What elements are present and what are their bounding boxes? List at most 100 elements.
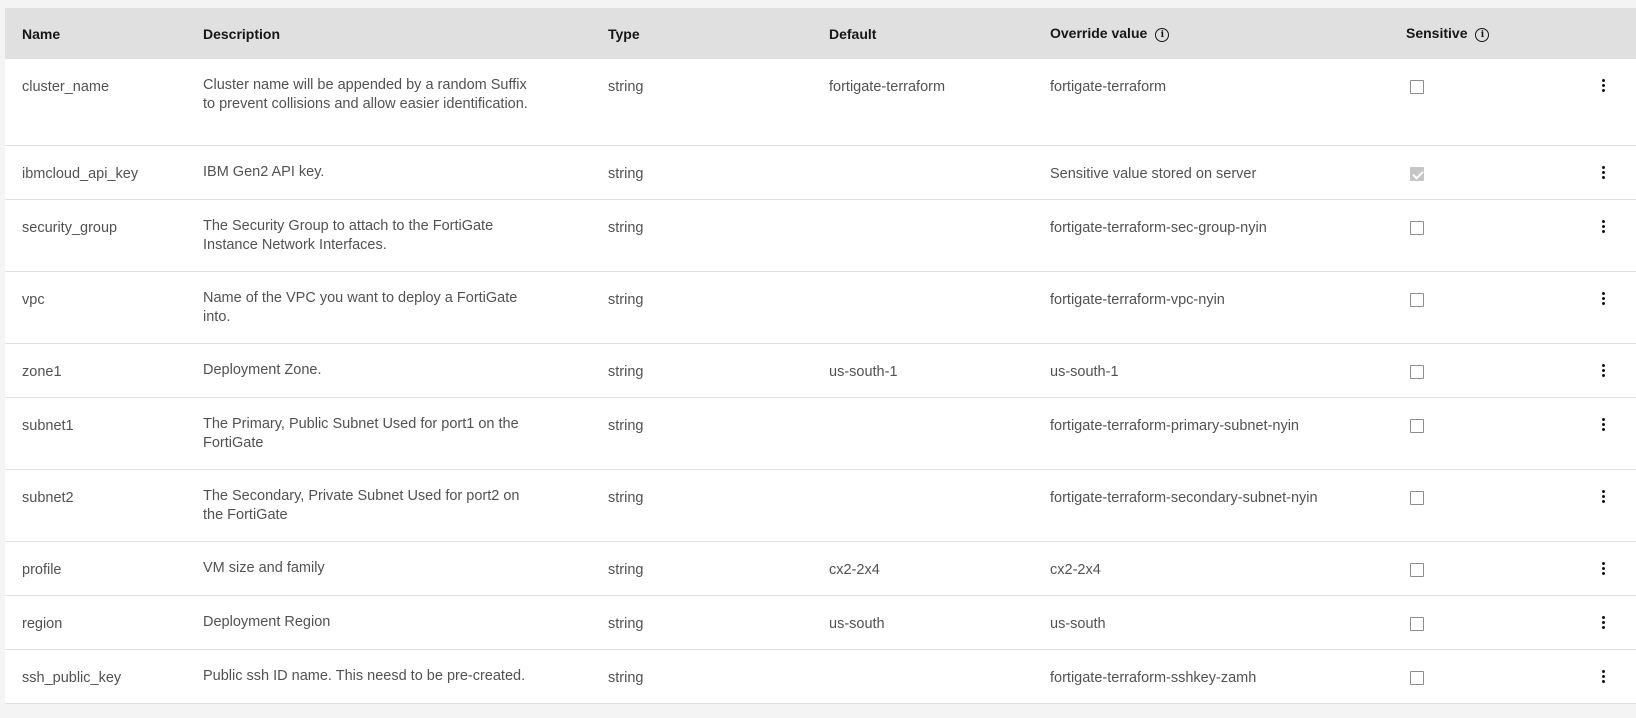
sensitive-cell <box>1389 199 1549 271</box>
table-row: subnet1 The Primary, Public Subnet Used f… <box>5 397 1636 469</box>
sensitive-checkbox[interactable] <box>1410 80 1424 94</box>
column-header-label: Sensitive <box>1406 25 1468 41</box>
sensitive-checkbox[interactable] <box>1410 562 1424 577</box>
table-row: profile VM size and family string cx2-2x4 cx… <box>5 541 1636 595</box>
variable-name: profile <box>22 561 62 578</box>
sensitive-cell <box>1389 469 1549 541</box>
row-actions-cell <box>1549 145 1636 199</box>
overflow-menu-icon[interactable] <box>1602 615 1606 630</box>
variable-type: string <box>608 561 644 578</box>
variable-override-value[interactable]: fortigate-terraform-vpc-nyin <box>1033 271 1389 343</box>
row-actions-cell <box>1549 397 1636 469</box>
variable-default <box>812 469 1033 541</box>
variable-type: string <box>608 669 644 686</box>
sensitive-checkbox[interactable] <box>1410 616 1424 631</box>
row-actions-cell <box>1549 271 1636 343</box>
column-header-sensitive: Sensitive i <box>1389 8 1549 59</box>
sensitive-checkbox[interactable] <box>1410 490 1424 505</box>
variable-default <box>812 397 1033 469</box>
variable-description: The Secondary, Private Subnet Used for p… <box>203 487 520 523</box>
variable-override-value[interactable]: us-south-1 <box>1033 343 1389 397</box>
table-row: subnet2 The Secondary, Private Subnet Use… <box>5 469 1636 541</box>
variable-name: security_group <box>22 219 118 236</box>
overflow-menu-icon[interactable] <box>1602 489 1606 504</box>
variables-table-container: Name Description Type Default Override v… <box>5 8 1636 704</box>
info-icon[interactable]: i <box>1475 28 1490 42</box>
overflow-menu-icon[interactable] <box>1602 165 1606 180</box>
overflow-menu-icon[interactable] <box>1602 363 1606 378</box>
row-actions-cell <box>1549 59 1636 145</box>
column-header-description: Description <box>186 8 591 59</box>
variable-type: string <box>608 615 644 632</box>
table-row: zone1 Deployment Zone. string us-south-1 us-… <box>5 343 1636 397</box>
variable-name: ssh_public_key <box>22 669 122 686</box>
variable-name: vpc <box>22 291 45 308</box>
overflow-menu-icon[interactable] <box>1602 291 1606 306</box>
column-header-label: Name <box>22 25 61 42</box>
variable-type: string <box>608 79 644 95</box>
row-actions-cell <box>1549 343 1636 397</box>
variable-default <box>812 271 1033 343</box>
variable-description: Public ssh ID name. This neesd to be pre… <box>203 667 526 684</box>
variable-override-value[interactable]: cx2-2x4 <box>1033 541 1389 595</box>
sensitive-cell <box>1389 541 1549 595</box>
overflow-menu-icon[interactable] <box>1602 561 1606 576</box>
overflow-menu-icon[interactable] <box>1602 417 1606 432</box>
variable-description: Cluster name will be appended by a rando… <box>203 77 528 112</box>
variable-description: The Primary, Public Subnet Used for port… <box>203 415 519 451</box>
table-row: cluster_name Cluster name will be appende… <box>5 59 1636 145</box>
sensitive-checkbox[interactable] <box>1410 220 1424 235</box>
variable-override-value[interactable]: Sensitive value stored on server <box>1033 145 1389 199</box>
variable-default: us-south-1 <box>829 363 898 380</box>
variable-description: IBM Gen2 API key. <box>203 163 325 180</box>
variable-name: subnet2 <box>22 489 74 506</box>
variable-description: The Security Group to attach to the Fort… <box>203 217 494 253</box>
sensitive-cell <box>1389 397 1549 469</box>
sensitive-cell <box>1389 649 1549 703</box>
variable-override-value[interactable]: fortigate-terraform <box>1033 59 1389 145</box>
variable-override-value[interactable]: us-south <box>1033 595 1389 649</box>
sensitive-cell <box>1389 271 1549 343</box>
variable-name: cluster_name <box>22 79 110 95</box>
row-actions-cell <box>1549 199 1636 271</box>
sensitive-checkbox[interactable] <box>1410 418 1424 433</box>
variable-override-value[interactable]: fortigate-terraform-sec-group-nyin <box>1033 199 1389 271</box>
row-actions-cell <box>1549 595 1636 649</box>
column-header-label: Description <box>203 25 281 42</box>
variable-type: string <box>608 291 644 308</box>
column-header-label: Override value <box>1050 25 1148 41</box>
column-header-name: Name <box>5 8 186 59</box>
variable-default <box>812 145 1033 199</box>
table-row: ibmcloud_api_key IBM Gen2 API key. string S… <box>5 145 1636 199</box>
sensitive-cell <box>1389 59 1549 145</box>
sensitive-checkbox[interactable] <box>1410 670 1424 685</box>
column-header-type: Type <box>591 8 812 59</box>
table-row: region Deployment Region string us-south us-… <box>5 595 1636 649</box>
table-row: vpc Name of the VPC you want to deploy a … <box>5 271 1636 343</box>
info-icon[interactable]: i <box>1155 28 1170 42</box>
variable-type: string <box>608 417 644 434</box>
variable-description: Deployment Zone. <box>203 361 322 378</box>
variable-override-value[interactable]: fortigate-terraform-sshkey-zamh <box>1033 649 1389 703</box>
variable-default: fortigate-terraform <box>829 79 946 95</box>
column-header-label: Default <box>829 25 877 42</box>
overflow-menu-icon[interactable] <box>1602 669 1606 684</box>
variable-override-value[interactable]: fortigate-terraform-secondary-subnet-nyi… <box>1033 469 1389 541</box>
variable-default: us-south <box>829 615 885 632</box>
variable-default <box>812 199 1033 271</box>
row-actions-cell <box>1549 541 1636 595</box>
sensitive-cell <box>1389 343 1549 397</box>
table-row: security_group The Security Group to atta… <box>5 199 1636 271</box>
row-actions-cell <box>1549 649 1636 703</box>
variable-type: string <box>608 219 644 236</box>
sensitive-cell <box>1389 145 1549 199</box>
variable-type: string <box>608 489 644 506</box>
sensitive-checkbox[interactable] <box>1410 364 1424 379</box>
sensitive-checkbox[interactable] <box>1410 292 1424 307</box>
column-header-default: Default <box>812 8 1033 59</box>
variable-description: Deployment Region <box>203 613 331 630</box>
variable-name: region <box>22 615 63 632</box>
overflow-menu-icon[interactable] <box>1602 219 1606 234</box>
overflow-menu-icon[interactable] <box>1602 79 1606 93</box>
variable-override-value[interactable]: fortigate-terraform-primary-subnet-nyin <box>1033 397 1389 469</box>
